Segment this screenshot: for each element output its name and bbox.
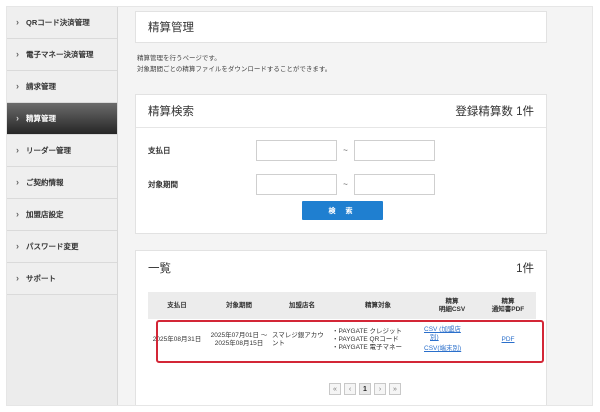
chevron-right-icon: › <box>16 177 19 187</box>
sidebar-item-label: 加盟店設定 <box>26 210 64 219</box>
sidebar-item-label: 電子マネー決済管理 <box>26 50 94 59</box>
payment-date-from-input[interactable] <box>256 140 337 161</box>
description-line: 対象期間ごとの精算ファイルをダウンロードすることができます。 <box>137 66 332 73</box>
pager-prev-button[interactable]: ‹ <box>344 383 356 395</box>
cell-store-name: スマレジ銀アカウ ント <box>272 320 332 358</box>
header-settlement-target: 精算対象 <box>332 292 424 321</box>
chevron-right-icon: › <box>16 17 19 27</box>
results-title: 一覧 <box>148 262 171 275</box>
sidebar: › QRコード決済管理 › 電子マネー決済管理 › 請求管理 › 精算管理 › … <box>7 7 118 405</box>
sidebar-item-password[interactable]: › パスワード変更 <box>7 231 117 263</box>
cell-payment-date: 2025年08月31日 <box>152 335 202 343</box>
csv-by-store-link[interactable]: CSV (加盟店 別) <box>424 326 480 342</box>
pager-next-button[interactable]: › <box>374 383 386 395</box>
sidebar-item-label: サポート <box>26 274 56 283</box>
range-separator: ~ <box>343 146 348 155</box>
cell-target-period: 2025年07月01日 ～ 2025年08月15日 <box>206 320 272 358</box>
cell-text: ント <box>272 339 285 347</box>
search-button[interactable]: 検 索 <box>302 201 383 220</box>
pagination: « ‹ 1 › » <box>329 383 401 395</box>
search-header: 精算検索 登録精算数 1件 <box>136 95 546 128</box>
sidebar-item-support[interactable]: › サポート <box>7 263 117 295</box>
table-header-row: 支払日 対象期間 加盟店名 精算対象 精算 明細CSV 精算 通知書PDF <box>148 292 536 321</box>
sidebar-item-reader[interactable]: › リーダー管理 <box>7 135 117 167</box>
header-text: 明細CSV <box>438 305 466 313</box>
sidebar-item-label: 精算管理 <box>26 114 56 123</box>
chevron-right-icon: › <box>16 113 19 123</box>
sidebar-item-billing[interactable]: › 請求管理 <box>7 71 117 103</box>
table-row: 2025年08月31日 2025年07月01日 ～ 2025年08月15日 スマ… <box>148 320 536 358</box>
cell-text: ・PAYGATE 電子マネー <box>332 343 403 351</box>
csv-by-terminal-link[interactable]: CSV(端末別) <box>424 345 480 353</box>
sidebar-item-label: リーダー管理 <box>26 146 71 155</box>
header-store-name: 加盟店名 <box>272 292 332 321</box>
target-period-to-input[interactable] <box>354 174 435 195</box>
app-frame: › QRコード決済管理 › 電子マネー決済管理 › 請求管理 › 精算管理 › … <box>6 6 593 406</box>
range-separator: ~ <box>343 180 348 189</box>
pdf-link[interactable]: PDF <box>502 336 515 343</box>
header-notice-pdf: 精算 通知書PDF <box>480 292 536 321</box>
sidebar-item-label: パスワード変更 <box>26 242 79 251</box>
cell-text: 2025年08月15日 <box>214 339 264 347</box>
sidebar-item-qr-payment[interactable]: › QRコード決済管理 <box>7 7 117 39</box>
sidebar-item-label: 請求管理 <box>26 82 56 91</box>
target-period-label: 対象期間 <box>148 180 178 189</box>
header-text: 精算 <box>501 297 515 305</box>
cell-notice-pdf: PDF <box>480 320 536 358</box>
sidebar-item-contract[interactable]: › ご契約情報 <box>7 167 117 199</box>
link-text: CSV (加盟店 <box>424 326 461 333</box>
payment-date-label: 支払日 <box>148 146 171 155</box>
cell-text: ・PAYGATE クレジット <box>332 327 403 335</box>
chevron-right-icon: › <box>16 145 19 155</box>
sidebar-item-emoney-payment[interactable]: › 電子マネー決済管理 <box>7 39 117 71</box>
search-panel: 精算検索 登録精算数 1件 支払日 ~ 対象期間 ~ 検 索 <box>135 94 547 234</box>
payment-date-row: 支払日 ~ <box>148 140 435 161</box>
header-target-period: 対象期間 <box>206 292 272 321</box>
description-line: 精算管理を行うページです。 <box>137 55 221 62</box>
page-description: 精算管理を行うページです。 対象期間ごとの精算ファイルをダウンロードすることがで… <box>137 53 331 75</box>
chevron-right-icon: › <box>16 209 19 219</box>
search-title: 精算検索 <box>148 106 194 118</box>
pager-last-button[interactable]: » <box>389 383 401 395</box>
sidebar-item-store-settings[interactable]: › 加盟店設定 <box>7 199 117 231</box>
chevron-right-icon: › <box>16 49 19 59</box>
chevron-right-icon: › <box>16 81 19 91</box>
target-period-from-input[interactable] <box>256 174 337 195</box>
payment-date-to-input[interactable] <box>354 140 435 161</box>
results-table: 支払日 対象期間 加盟店名 精算対象 精算 明細CSV 精算 通知書PDF 20… <box>148 292 536 358</box>
cell-text: スマレジ銀アカウ <box>272 331 324 339</box>
pager-current-page[interactable]: 1 <box>359 383 371 395</box>
cell-settlement-target: ・PAYGATE クレジット ・PAYGATE QRコード ・PAYGATE 電… <box>332 320 424 358</box>
results-header: 一覧 1件 <box>136 251 546 284</box>
header-payment-date: 支払日 <box>148 292 206 321</box>
page-title-card: 精算管理 <box>135 11 547 43</box>
header-text: 精算 <box>445 297 459 305</box>
results-count: 1件 <box>516 262 534 275</box>
header-text: 通知書PDF <box>491 305 525 313</box>
header-detail-csv: 精算 明細CSV <box>424 292 480 321</box>
results-panel: 一覧 1件 支払日 対象期間 加盟店名 精算対象 精算 明細CSV 精算 通知書… <box>135 250 547 405</box>
target-period-row: 対象期間 ~ <box>148 174 435 195</box>
sidebar-item-label: ご契約情報 <box>26 178 64 187</box>
link-text: 別) <box>430 334 439 341</box>
sidebar-item-label: QRコード決済管理 <box>26 18 90 27</box>
cell-text: 2025年07月01日 ～ <box>210 331 268 339</box>
registered-count: 登録精算数 1件 <box>455 106 534 118</box>
cell-detail-csv: CSV (加盟店 別) CSV(端末別) <box>424 320 480 358</box>
sidebar-item-settlement[interactable]: › 精算管理 <box>7 103 117 135</box>
main-content: 精算管理 精算管理を行うページです。 対象期間ごとの精算ファイルをダウンロードす… <box>118 7 592 405</box>
cell-text: ・PAYGATE QRコード <box>332 335 399 343</box>
chevron-right-icon: › <box>16 273 19 283</box>
chevron-right-icon: › <box>16 241 19 251</box>
page-title: 精算管理 <box>148 22 194 34</box>
pager-first-button[interactable]: « <box>329 383 341 395</box>
